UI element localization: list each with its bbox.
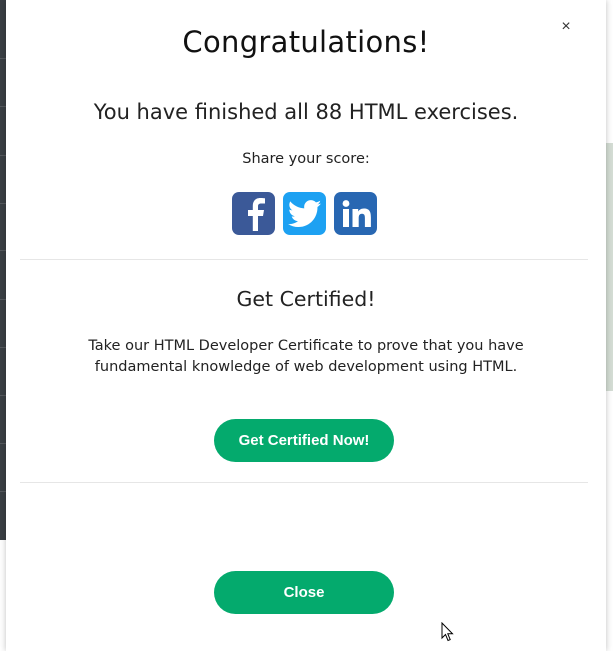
divider [20, 259, 588, 260]
linkedin-icon[interactable] [334, 192, 377, 235]
share-buttons [232, 192, 377, 236]
certification-heading: Get Certified! [236, 287, 376, 311]
certification-text-line: fundamental knowledge of web development… [94, 359, 518, 375]
certification-description: Take our HTML Developer Certificate to p… [66, 336, 546, 378]
background-page-right [605, 143, 613, 391]
modal-title: Congratulations! [182, 25, 430, 59]
certification-text-line: Take our HTML Developer Certificate to p… [88, 338, 524, 354]
close-button[interactable]: Close [214, 571, 394, 614]
mouse-cursor-icon [441, 622, 454, 642]
congratulations-modal: × Congratulations! You have finished all… [6, 0, 606, 651]
get-certified-button[interactable]: Get Certified Now! [214, 419, 394, 462]
share-label: Share your score: [242, 151, 370, 167]
twitter-icon[interactable] [283, 192, 326, 235]
facebook-icon[interactable] [232, 192, 275, 235]
divider [20, 482, 588, 483]
completion-message: You have finished all 88 HTML exercises. [93, 100, 519, 124]
